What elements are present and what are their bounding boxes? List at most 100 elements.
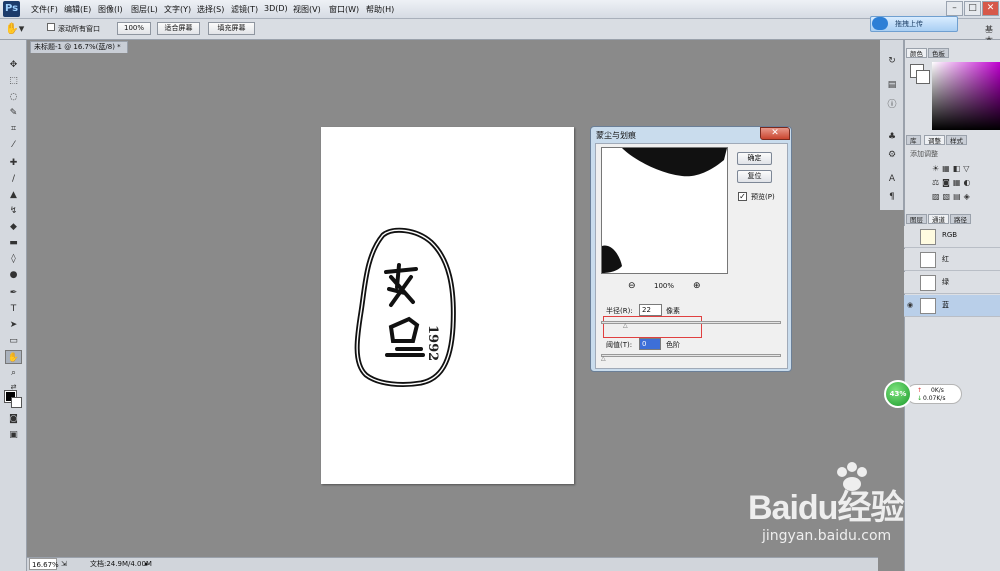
tab-libraries[interactable]: 库 [906,135,921,145]
channel-row[interactable]: RGB [904,226,1000,248]
filter-preview[interactable] [601,147,728,274]
background-swatch[interactable] [916,70,930,84]
menu-view[interactable]: 视图(V) [293,4,321,15]
minimize-icon[interactable]: – [946,1,963,16]
export-icon[interactable]: ⇲ [61,558,67,571]
tab-channels[interactable]: 通道 [928,214,949,224]
gradient-tool-icon[interactable]: ▬ [5,236,22,250]
menu-image[interactable]: 图像(I) [98,4,123,15]
tab-adjustments[interactable]: 调整 [924,135,945,145]
screen-mode-icon[interactable]: ▣ [5,428,22,442]
paragraph-icon[interactable]: ¶ [884,190,900,204]
zoom-out-icon[interactable]: ⊖ [628,281,636,291]
menu-3d[interactable]: 3D(D) [264,4,288,13]
move-tool-icon[interactable]: ✥ [5,58,22,72]
brush-tool-icon[interactable]: / [5,172,22,186]
threshold-slider[interactable] [601,354,781,357]
tab-styles[interactable]: 样式 [946,135,967,145]
blur-tool-icon[interactable]: ◊ [5,252,22,266]
scroll-all-windows-label: 滚动所有窗口 [58,25,100,33]
quick-select-tool-icon[interactable]: ✎ [5,106,22,120]
hand-tool-icon[interactable]: ✋ [5,350,22,364]
download-arrow-icon: ↓ [917,395,923,402]
history-icon[interactable]: ↻ [884,54,900,68]
channel-row[interactable]: 绿 [904,272,1000,294]
menu-help[interactable]: 帮助(H) [366,4,394,15]
menu-file[interactable]: 文件(F) [31,4,58,15]
ok-button[interactable]: 确定 [737,152,772,165]
fill-screen-button[interactable]: 填充屏幕 [208,22,255,35]
clone-stamp-tool-icon[interactable]: ▲ [5,188,22,202]
tab-color[interactable]: 颜色 [906,48,927,58]
menu-window[interactable]: 窗口(W) [329,4,359,15]
scroll-all-windows-checkbox[interactable] [47,23,55,31]
eye-icon[interactable]: ◉ [907,301,913,309]
menu-filter[interactable]: 滤镜(T) [231,4,258,15]
memory-percent-ball: 43% [884,380,912,408]
reset-button[interactable]: 复位 [737,170,772,183]
preview-label: 预览(P) [751,193,775,201]
path-select-tool-icon[interactable]: ➤ [5,318,22,332]
eraser-tool-icon[interactable]: ◆ [5,220,22,234]
network-speed-widget[interactable]: ↑ 0K/s ↓ 0.07K/s 43% [884,380,962,408]
menu-select[interactable]: 选择(S) [197,4,224,15]
preview-checkbox[interactable]: ✓ [738,192,747,201]
options-bar: ✋▾ 滚动所有窗口 100% 适合屏幕 填充屏幕 基本 [0,19,1000,45]
zoom-tool-icon[interactable]: ⌕ [5,366,22,380]
menu-edit[interactable]: 编辑(E) [64,4,91,15]
menu-layer[interactable]: 图层(L) [131,4,158,15]
lasso-tool-icon[interactable]: ◌ [5,90,22,104]
eyedropper-tool-icon[interactable]: ⁄ [5,138,22,152]
radius-label: 半径(R): [606,307,633,315]
dodge-tool-icon[interactable]: ● [5,268,22,282]
channel-thumbnail [920,252,936,268]
color-spectrum[interactable] [932,62,1000,130]
threshold-input[interactable]: 0 [639,338,661,350]
radius-input[interactable]: 22 [639,304,662,316]
channel-row[interactable]: 红 [904,249,1000,271]
character-icon[interactable]: A [884,172,900,186]
channels-list: RGB 红 绿 ◉ 蓝 [904,226,1000,318]
info-icon[interactable]: ⓘ [884,98,900,112]
fit-screen-button[interactable]: 适合屏幕 [157,22,200,35]
type-tool-icon[interactable]: T [5,302,22,316]
zoom-100-button[interactable]: 100% [117,22,151,35]
preview-image [602,148,727,273]
quick-mask-icon[interactable]: ◙ [5,412,22,426]
pen-tool-icon[interactable]: ✒ [5,286,22,300]
tab-swatches[interactable]: 色板 [928,48,949,58]
shape-tool-icon[interactable]: ▭ [5,334,22,348]
zoom-field[interactable]: 16.67% [29,558,59,570]
properties-icon[interactable]: ▤ [884,78,900,92]
status-arrow-icon[interactable]: ▸ [145,558,149,571]
crop-tool-icon[interactable]: ⌗ [5,122,22,136]
threshold-slider-thumb[interactable]: △ [601,356,608,362]
menu-bar: Ps 文件(F) 编辑(E) 图像(I) 图层(L) 文字(Y) 选择(S) 滤… [0,0,1000,19]
channel-name: RGB [942,231,958,239]
history-brush-tool-icon[interactable]: ↯ [5,204,22,218]
dialog-title: 蒙尘与划痕 [596,131,636,140]
tab-paths[interactable]: 路径 [950,214,971,224]
network-speed-pill: ↑ 0K/s ↓ 0.07K/s [906,384,962,404]
background-color[interactable] [11,397,22,408]
brush-presets-icon[interactable]: ♣ [884,130,900,144]
close-icon[interactable]: ✕ [982,1,999,16]
radius-unit: 像素 [666,307,680,315]
healing-brush-tool-icon[interactable]: ✚ [5,156,22,170]
brush-settings-icon[interactable]: ⚙ [884,148,900,162]
tab-layers[interactable]: 图层 [906,214,927,224]
menu-type[interactable]: 文字(Y) [164,4,191,15]
adjustment-icons[interactable]: ☀▦◧▽ ⚖◙▦◐ ▨▧▤◈ [932,162,998,208]
threshold-unit: 色阶 [666,341,680,349]
maximize-icon[interactable]: □ [964,1,981,16]
document-canvas[interactable]: 1992 [321,127,574,484]
channel-thumbnail [920,275,936,291]
document-tab[interactable]: 未标题-1 @ 16.7%(蓝/8) * [30,41,128,53]
dialog-close-icon[interactable]: ✕ [760,127,790,140]
radius-slider-thumb[interactable]: △ [623,323,630,329]
watermark-brand: Baidu经验 [748,489,904,527]
zoom-in-icon[interactable]: ⊕ [693,281,701,291]
hand-tool-icon[interactable]: ✋▾ [5,22,29,36]
channel-row[interactable]: ◉ 蓝 [904,295,1000,317]
marquee-tool-icon[interactable]: ⬚ [5,74,22,88]
